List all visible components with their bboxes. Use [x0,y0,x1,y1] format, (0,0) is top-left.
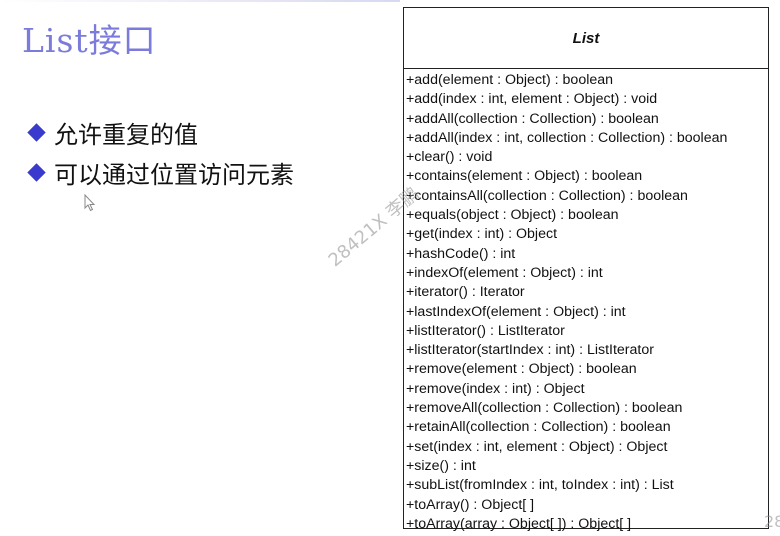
uml-operation: +retainAll(collection : Collection) : bo… [406,419,671,436]
corner-watermark: 28 [764,512,780,531]
uml-class-name: List [404,8,768,69]
bullet-text: 可以通过位置访问元素 [54,160,294,189]
uml-operation: +get(index : int) : Object [406,226,558,243]
uml-operation: +equals(object : Object) : boolean [406,207,619,224]
uml-operation: +add(element : Object) : boolean [406,72,614,88]
uml-operation: +listIterator(startIndex : int) : ListIt… [406,342,654,359]
uml-operation: +remove(element : Object) : boolean [406,361,637,378]
uml-operation: +indexOf(element : Object) : int [406,264,603,281]
uml-operation: +contains(element : Object) : boolean [406,168,643,185]
bullet-list: 允许重复的值 可以通过位置访问元素 [27,112,294,192]
bullet-text: 允许重复的值 [54,120,198,149]
uml-operation: +toArray() : Object[ ] [406,496,535,513]
uml-operation: +add(index : int, element : Object) : vo… [406,91,658,108]
uml-operation: +size() : int [406,457,476,474]
uml-operation: +addAll(index : int, collection : Collec… [406,129,728,146]
bullet-item: 允许重复的值 [27,112,294,152]
uml-operation: +hashCode() : int [406,245,516,262]
uml-operation: +toArray(array : Object[ ]) : Object[ ] [406,515,632,532]
uml-operation: +set(index : int, element : Object) : Ob… [406,438,668,455]
uml-operation: +iterator() : Iterator [406,284,525,301]
uml-operations-list: +add(element : Object) : boolean +add(ind… [404,69,768,534]
uml-operation: +containsAll(collection : Collection) : … [406,187,688,204]
mouse-cursor-icon [84,194,96,212]
uml-operation: +lastIndexOf(element : Object) : int [406,303,626,320]
bullet-item: 可以通过位置访问元素 [27,152,294,192]
uml-operation: +listIterator() : ListIterator [406,322,565,339]
diamond-bullet-icon [27,162,46,182]
uml-operation: +remove(index : int) : Object [406,380,585,397]
uml-operation: +removeAll(collection : Collection) : bo… [406,400,683,417]
uml-operation: +subList(fromIndex : int, toIndex : int)… [406,477,674,494]
uml-operation: +addAll(collection : Collection) : boole… [406,110,659,127]
uml-operation: +clear() : void [406,149,493,166]
uml-class-box: List +add(element : Object) : boolean +ad… [403,7,769,532]
title-decoration [0,0,400,2]
diamond-bullet-icon [27,122,46,142]
slide-title: List接口 [22,21,157,60]
